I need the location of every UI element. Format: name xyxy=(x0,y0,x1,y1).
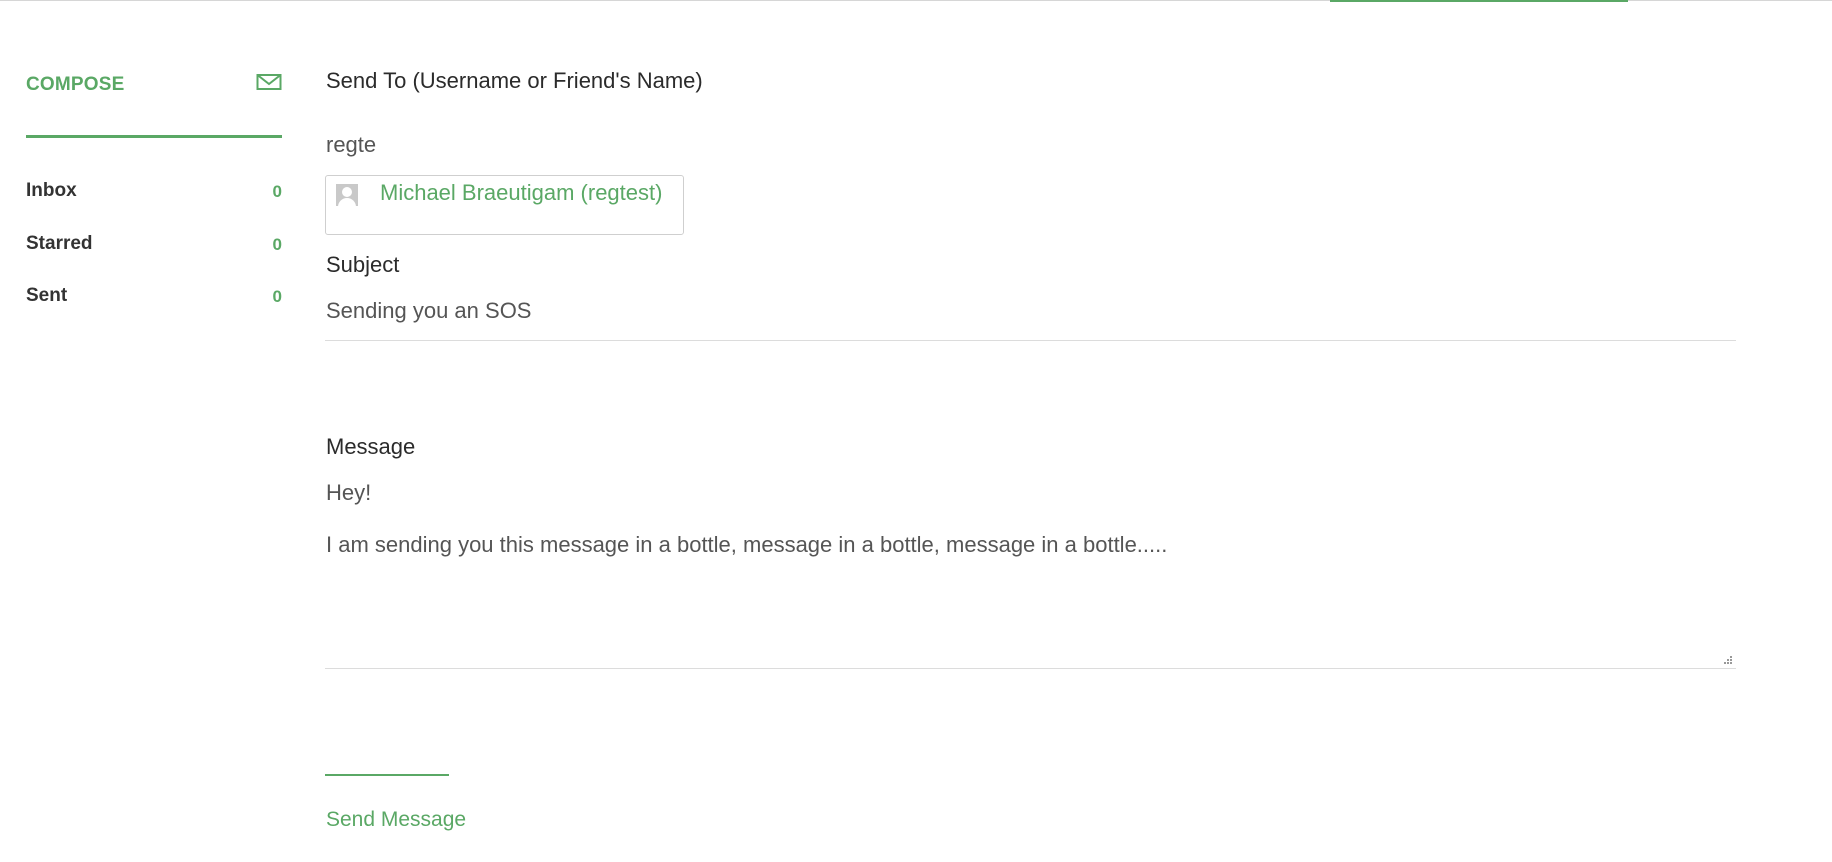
resize-grip-icon[interactable] xyxy=(1721,655,1733,667)
sidebar-item-label: Starred xyxy=(26,233,93,254)
send-to-input[interactable]: regte xyxy=(326,132,376,158)
message-underline xyxy=(325,668,1736,669)
recipient-suggestion[interactable]: Michael Braeutigam (regtest) xyxy=(325,175,684,235)
envelope-icon xyxy=(256,74,282,90)
send-message-button[interactable]: Send Message xyxy=(326,808,466,832)
subject-input[interactable]: Sending you an SOS xyxy=(326,298,531,324)
subject-label: Subject xyxy=(326,252,400,277)
sidebar-item-count: 0 xyxy=(272,235,282,254)
sidebar-item-count: 0 xyxy=(272,182,282,201)
send-to-label: Send To (Username or Friend's Name) xyxy=(326,68,703,93)
subject-underline xyxy=(325,340,1736,341)
sidebar-item-label: Inbox xyxy=(26,180,77,201)
compose-label: COMPOSE xyxy=(26,74,125,95)
sidebar-item-inbox[interactable]: Inbox 0 xyxy=(26,180,282,210)
sidebar-item-count: 0 xyxy=(272,287,282,306)
message-textarea[interactable]: Hey! I am sending you this message in a … xyxy=(326,480,1716,558)
message-label: Message xyxy=(326,434,416,459)
sidebar-item-label: Sent xyxy=(26,285,68,306)
sidebar-item-starred[interactable]: Starred 0 xyxy=(26,233,282,263)
compose-button[interactable]: COMPOSE xyxy=(26,66,282,138)
top-accent-bar xyxy=(1330,0,1628,2)
suggestion-text: Michael Braeutigam (regtest) xyxy=(380,180,663,205)
sidebar-item-sent[interactable]: Sent 0 xyxy=(26,285,282,315)
send-button-border xyxy=(325,774,449,776)
